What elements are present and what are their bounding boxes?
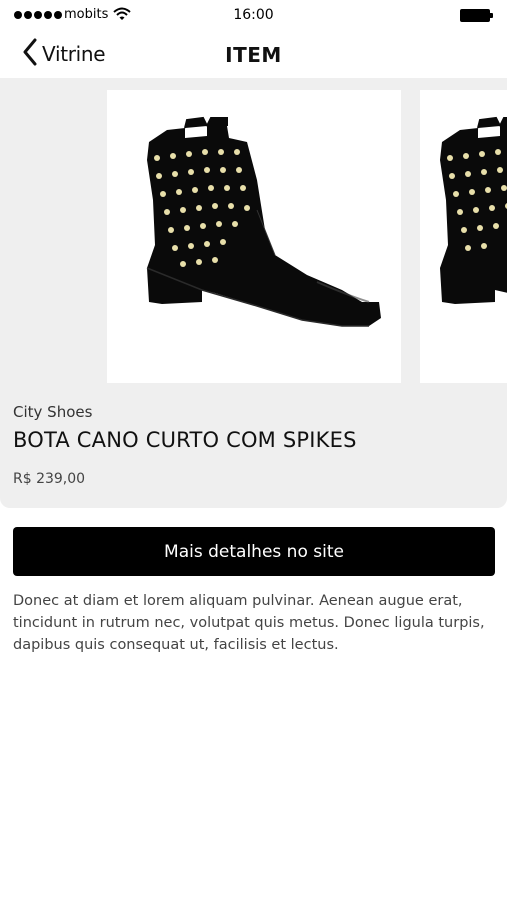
product-price: R$ 239,00 <box>13 471 86 487</box>
product-image-next[interactable] <box>420 90 507 383</box>
product-image[interactable] <box>107 90 401 383</box>
status-bar: mobits 16:00 <box>0 0 507 30</box>
product-description: Donec at diam et lorem aliquam pulvinar.… <box>13 593 485 653</box>
page-title: ITEM <box>225 43 282 67</box>
image-carousel[interactable] <box>0 90 507 383</box>
more-details-button[interactable]: Mais detalhes no site <box>13 527 495 576</box>
navigation-bar: Vitrine ITEM <box>0 30 507 78</box>
product-card: City Shoes BOTA CANO CURTO COM SPIKES R$… <box>0 78 507 508</box>
battery-icon <box>460 9 493 22</box>
product-name: BOTA CANO CURTO COM SPIKES <box>13 428 357 452</box>
boot-image <box>146 116 381 327</box>
status-time: 16:00 <box>233 7 274 23</box>
product-brand: City Shoes <box>13 403 93 421</box>
